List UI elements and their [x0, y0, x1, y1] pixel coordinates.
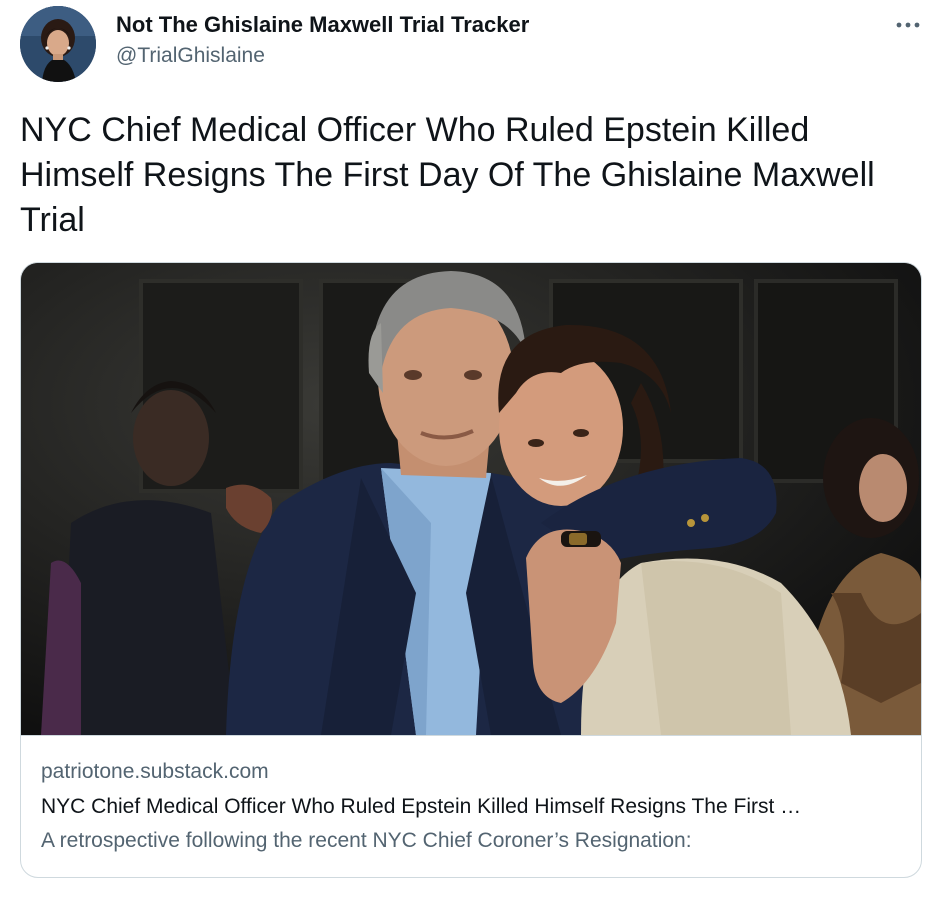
link-preview-card[interactable]: patriotone.substack.com NYC Chief Medica… [20, 262, 922, 878]
tweet: Not The Ghislaine Maxwell Trial Tracker … [0, 0, 942, 898]
link-preview-image[interactable] [21, 263, 921, 736]
tweet-text: NYC Chief Medical Officer Who Ruled Epst… [20, 111, 875, 239]
party-photo [21, 263, 921, 735]
avatar[interactable] [20, 6, 96, 82]
link-domain: patriotone.substack.com [41, 760, 269, 783]
link-description: A retrospective following the recent NYC… [41, 829, 692, 852]
avatar-photo [20, 6, 96, 82]
more-options-icon [896, 22, 920, 28]
author-display-name[interactable]: Not The Ghislaine Maxwell Trial Tracker [116, 12, 529, 38]
link-title: NYC Chief Medical Officer Who Ruled Epst… [41, 795, 802, 818]
more-options-button[interactable] [888, 10, 928, 40]
author-handle[interactable]: @TrialGhislaine [116, 44, 265, 68]
